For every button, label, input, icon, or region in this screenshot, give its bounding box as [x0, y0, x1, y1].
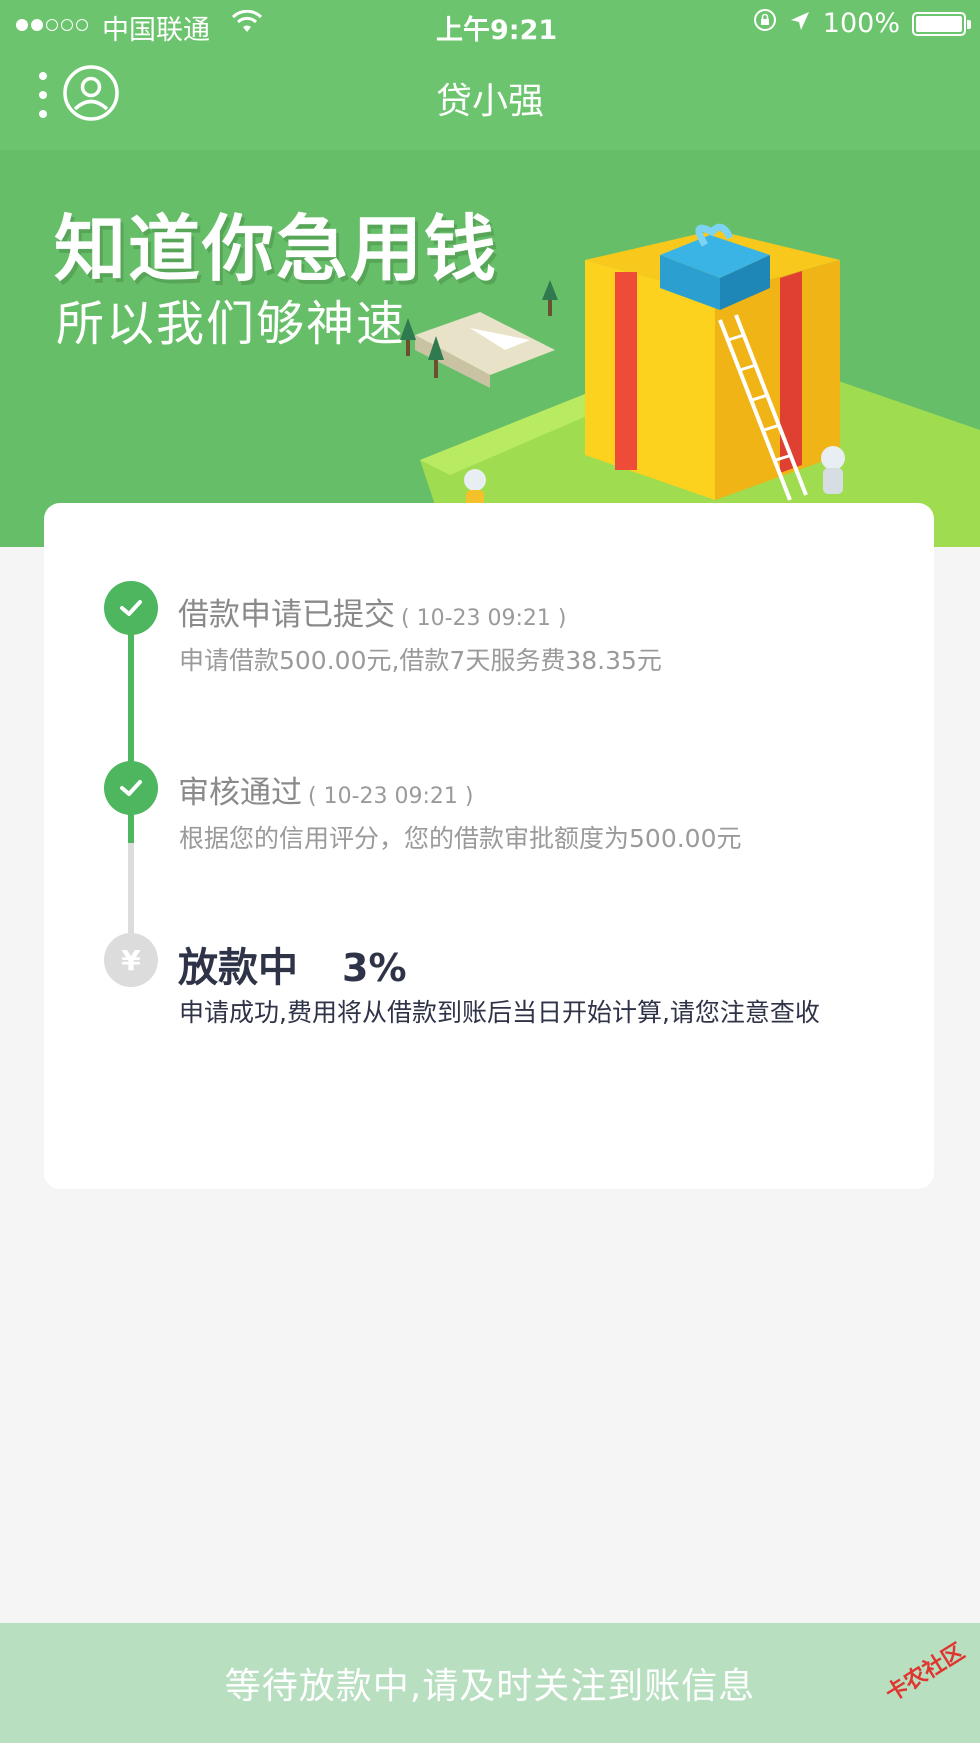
header: 中国联通 上午9:21 100% 贷小强 知道你急用钱 所以我们够神速: [0, 0, 980, 547]
timeline-connector-pending: [128, 843, 134, 933]
progress-card: 借款申请已提交( 10-23 09:21 ) 申请借款500.00元,借款7天服…: [44, 503, 934, 1189]
step-description: 申请成功,费用将从借款到账后当日开始计算,请您注意查收: [179, 998, 820, 1027]
status-button[interactable]: 等待放款中,请及时关注到账信息: [0, 1623, 980, 1743]
status-bar: 中国联通 上午9:21 100%: [0, 0, 980, 50]
page-title: 贷小强: [435, 81, 544, 122]
signal-icon: [16, 10, 88, 40]
battery-icon: [912, 11, 971, 36]
gift-box-illustration: [360, 200, 980, 547]
rotation-lock-icon: [753, 8, 777, 39]
step-title-text: 借款申请已提交: [178, 597, 395, 633]
disbursement-progress: 3%: [342, 946, 407, 990]
step-timestamp: ( 10-23 09:21 ): [308, 784, 474, 809]
step-title-text: 放款中: [178, 945, 298, 991]
clock: 上午9:21: [436, 15, 558, 46]
step-description: 申请借款500.00元,借款7天服务费38.35元: [179, 646, 662, 675]
banner-subtitle: 所以我们够神速: [56, 296, 407, 352]
step-title: 审核通过( 10-23 09:21 ): [178, 767, 473, 812]
status-button-label: 等待放款中,请及时关注到账信息: [224, 1666, 756, 1707]
battery-percent: 100%: [822, 8, 900, 39]
step-title: 借款申请已提交( 10-23 09:21 ): [178, 589, 566, 634]
wifi-icon: [231, 9, 263, 41]
nav-bar: 贷小强: [0, 50, 980, 146]
check-icon: [104, 761, 158, 815]
step-timestamp: ( 10-23 09:21 ): [401, 606, 567, 631]
step-description: 根据您的信用评分，您的借款审批额度为500.00元: [179, 824, 742, 853]
location-arrow-icon: [789, 8, 811, 39]
step-title-current: 放款中 3%: [178, 935, 407, 993]
yuan-icon: ¥: [104, 933, 158, 987]
check-icon: [104, 581, 158, 635]
step-title-text: 审核通过: [178, 775, 302, 811]
carrier-label: 中国联通: [102, 15, 210, 46]
